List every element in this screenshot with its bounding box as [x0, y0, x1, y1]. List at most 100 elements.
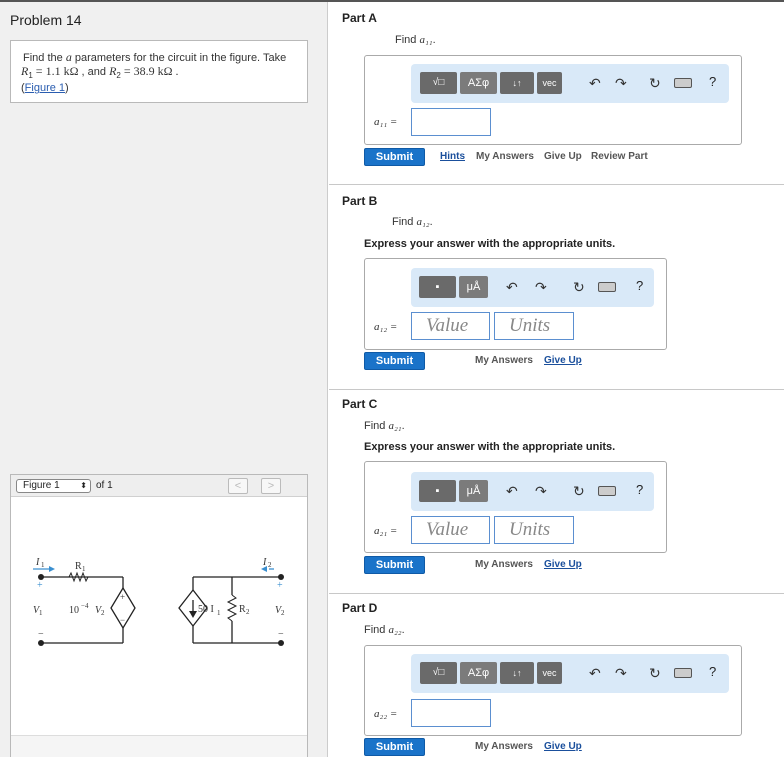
figure-panel: Figure 1 ⬍ of 1 < > I 1 R 1 V 1 + − 10 −… [10, 474, 308, 757]
part-b-find: Find a₁₂. [392, 216, 433, 228]
part-b-submit-button[interactable]: Submit [364, 352, 425, 370]
figure-prev-button[interactable]: < [228, 478, 248, 494]
greek-button[interactable]: ΑΣφ [460, 72, 497, 94]
divider-c [329, 593, 784, 594]
arrows-button[interactable]: ↓↑ [500, 662, 534, 684]
figure-toolbar: Figure 1 ⬍ of 1 < > [11, 475, 307, 497]
help-icon[interactable]: ? [636, 278, 643, 293]
label-src-plus: + [120, 592, 125, 602]
help-icon[interactable]: ? [636, 482, 643, 497]
part-c-find: Find a₂₁. [364, 420, 405, 432]
arrows-button[interactable]: ↓↑ [500, 72, 534, 94]
review-part-link[interactable]: Review Part [591, 151, 648, 162]
undo-icon[interactable]: ↶ [589, 75, 601, 91]
r2-value: = 38.9 kΩ . [120, 64, 179, 78]
part-c-value-input[interactable]: Value [411, 516, 490, 544]
keyboard-icon[interactable] [598, 282, 616, 292]
my-answers-link[interactable]: My Answers [476, 151, 534, 162]
label-cccs: 50 I [198, 604, 214, 615]
template-button[interactable]: ▪ [419, 276, 456, 298]
part-b-instruction: Express your answer with the appropriate… [364, 238, 616, 250]
give-up-link[interactable]: Give Up [544, 741, 582, 752]
undo-icon[interactable]: ↶ [506, 279, 518, 295]
part-c-title: Part C [342, 397, 378, 411]
part-c-units-input[interactable]: Units [494, 516, 574, 544]
my-answers-link[interactable]: My Answers [475, 559, 533, 570]
vec-button[interactable]: vec [537, 662, 562, 684]
part-a-submit-button[interactable]: Submit [364, 148, 425, 166]
find-text: Find [392, 216, 417, 228]
help-icon[interactable]: ? [709, 74, 716, 89]
template-button[interactable]: √□ [420, 662, 457, 684]
label-v2-dep-sub: 2 [101, 609, 105, 617]
label-v1-minus: − [38, 629, 44, 640]
part-c-var-label: a₂₁ = [374, 525, 398, 537]
statement-text: Find the [23, 52, 66, 64]
give-up-link[interactable]: Give Up [544, 355, 582, 366]
part-a-answer-box: √□ ΑΣφ ↓↑ vec ↶ ↷ ↻ ? a₁₁ = [364, 55, 742, 145]
reset-icon[interactable]: ↻ [573, 279, 585, 295]
keyboard-icon[interactable] [674, 78, 692, 88]
hints-link[interactable]: Hints [440, 151, 465, 162]
divider-b [329, 389, 784, 390]
give-up-link[interactable]: Give Up [544, 151, 582, 162]
template-button[interactable]: √□ [420, 72, 457, 94]
redo-icon[interactable]: ↷ [535, 279, 547, 295]
reset-icon[interactable]: ↻ [649, 75, 661, 91]
help-icon[interactable]: ? [709, 664, 716, 679]
part-b-units-input[interactable]: Units [494, 312, 574, 340]
figure-next-button[interactable]: > [261, 478, 281, 494]
find-dot: . [401, 624, 405, 636]
vec-button[interactable]: vec [537, 72, 562, 94]
part-c-submit-button[interactable]: Submit [364, 556, 425, 574]
label-i2: I [262, 557, 267, 568]
label-r2: R [239, 604, 246, 615]
label-v1-sub: 1 [39, 609, 43, 617]
units-button[interactable]: μÅ [459, 480, 488, 502]
my-answers-link[interactable]: My Answers [475, 741, 533, 752]
units-button[interactable]: μÅ [459, 276, 488, 298]
figure-link[interactable]: Figure 1 [25, 82, 65, 94]
find-var: a₁₂ [416, 216, 430, 228]
template-button[interactable]: ▪ [419, 480, 456, 502]
find-text: Find [395, 34, 420, 46]
part-b-toolbar: ▪ μÅ ↶ ↷ ↻ ? [411, 268, 654, 307]
part-d-find: Find a₂₂. [364, 624, 405, 636]
keyboard-icon[interactable] [674, 668, 692, 678]
part-c-toolbar: ▪ μÅ ↶ ↷ ↻ ? [411, 472, 654, 511]
label-v2-sub: 2 [281, 609, 285, 617]
r1-value: = 1.1 kΩ [32, 64, 79, 78]
figure-footer [11, 735, 307, 757]
find-var: a₁₁ [419, 34, 433, 46]
label-i1: I [35, 557, 40, 568]
label-r1-sub: 1 [82, 565, 86, 573]
label-r1: R [75, 561, 82, 572]
part-d-answer-input[interactable] [411, 699, 491, 727]
my-answers-link[interactable]: My Answers [475, 355, 533, 366]
undo-icon[interactable]: ↶ [506, 483, 518, 499]
give-up-link[interactable]: Give Up [544, 559, 582, 570]
redo-icon[interactable]: ↷ [535, 483, 547, 499]
redo-icon[interactable]: ↷ [615, 665, 627, 681]
redo-icon[interactable]: ↷ [615, 75, 627, 91]
part-d-submit-button[interactable]: Submit [364, 738, 425, 756]
part-d-var-label: a₂₂ = [374, 708, 398, 720]
part-d-toolbar: √□ ΑΣφ ↓↑ vec ↶ ↷ ↻ ? [411, 654, 729, 693]
keyboard-icon[interactable] [598, 486, 616, 496]
part-a-var-label: a₁₁ = [374, 116, 398, 128]
reset-icon[interactable]: ↻ [573, 483, 585, 499]
part-a-toolbar: √□ ΑΣφ ↓↑ vec ↶ ↷ ↻ ? [411, 64, 729, 103]
circuit-diagram: I 1 R 1 V 1 + − 10 −4 V 2 + − 50 I 1 R 2… [33, 557, 285, 646]
find-dot: . [429, 216, 433, 228]
figure-select[interactable]: Figure 1 ⬍ [16, 479, 91, 493]
undo-icon[interactable]: ↶ [589, 665, 601, 681]
reset-icon[interactable]: ↻ [649, 665, 661, 681]
part-a-answer-input[interactable] [411, 108, 491, 136]
and-text: , and [78, 66, 110, 78]
find-text: Find [364, 624, 389, 636]
greek-button[interactable]: ΑΣφ [460, 662, 497, 684]
find-var: a₂₂ [388, 624, 402, 636]
part-b-value-input[interactable]: Value [411, 312, 490, 340]
find-dot: . [432, 34, 436, 46]
part-a-find: Find a₁₁. [395, 34, 436, 46]
